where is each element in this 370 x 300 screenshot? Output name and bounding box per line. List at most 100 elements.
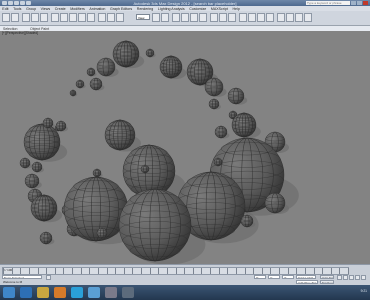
sphere-object[interactable] bbox=[19, 157, 31, 169]
material-editor-button[interactable] bbox=[277, 13, 285, 22]
menu-tools[interactable]: Tools bbox=[11, 7, 24, 11]
browser-icon[interactable] bbox=[20, 287, 32, 298]
orbit-icon[interactable] bbox=[355, 275, 360, 280]
menu-rendering[interactable]: Rendering bbox=[134, 7, 155, 11]
rendered-frame-window-button[interactable] bbox=[295, 13, 303, 22]
percent-snap-button[interactable] bbox=[190, 13, 198, 22]
sphere-object[interactable] bbox=[118, 188, 192, 262]
sphere-object[interactable] bbox=[240, 214, 254, 228]
menu-create[interactable]: Create bbox=[53, 7, 68, 11]
menu-customize[interactable]: Customize bbox=[187, 7, 209, 11]
sphere-object[interactable] bbox=[227, 87, 245, 105]
coord-z-field[interactable]: Z: bbox=[282, 275, 294, 279]
select-manipulate-button[interactable] bbox=[161, 13, 169, 22]
menu-modifiers[interactable]: Modifiers bbox=[68, 7, 87, 11]
sphere-object[interactable] bbox=[55, 120, 67, 132]
sphere-object[interactable] bbox=[63, 176, 129, 242]
angle-snap-button[interactable] bbox=[181, 13, 189, 22]
zoom-icon[interactable] bbox=[349, 275, 354, 280]
ribbon-tab-selection[interactable]: Selection bbox=[3, 27, 17, 31]
mirror-button[interactable] bbox=[219, 13, 227, 22]
snaps-toggle-button[interactable] bbox=[172, 13, 180, 22]
graphite-toggle-button[interactable] bbox=[248, 13, 256, 22]
sphere-object[interactable] bbox=[89, 77, 103, 91]
sphere-object[interactable] bbox=[24, 173, 40, 189]
sphere-object[interactable] bbox=[145, 48, 155, 58]
time-slider[interactable]: 0 / 100 bbox=[2, 267, 349, 275]
minimize-icon[interactable] bbox=[351, 1, 356, 5]
scale-button[interactable] bbox=[116, 13, 124, 22]
sphere-object[interactable] bbox=[75, 79, 85, 89]
pan-icon[interactable] bbox=[361, 275, 366, 280]
named-selection-sets-button[interactable] bbox=[210, 13, 218, 22]
sphere-object[interactable] bbox=[122, 144, 176, 198]
add-time-tag-button[interactable]: Add Time Tag bbox=[296, 280, 318, 284]
sphere-object[interactable] bbox=[159, 55, 183, 79]
sphere-object[interactable] bbox=[231, 112, 257, 138]
schematic-view-button[interactable] bbox=[266, 13, 274, 22]
next-frame-icon[interactable] bbox=[343, 275, 348, 280]
ribbon-tab-object-paint[interactable]: Object Paint bbox=[30, 27, 49, 31]
lock-selection-icon[interactable] bbox=[46, 275, 51, 280]
menu-graph-editors[interactable]: Graph Editors bbox=[108, 7, 135, 11]
sphere-object[interactable] bbox=[208, 98, 220, 110]
select-by-name-button[interactable] bbox=[69, 13, 77, 22]
sphere-object[interactable] bbox=[39, 231, 53, 245]
close-icon[interactable] bbox=[363, 1, 368, 5]
viewport-scene[interactable] bbox=[0, 31, 370, 265]
app-3dsmax-icon[interactable] bbox=[88, 287, 100, 298]
maximize-icon[interactable] bbox=[357, 1, 362, 5]
select-object-button[interactable] bbox=[60, 13, 68, 22]
sphere-object[interactable] bbox=[23, 123, 61, 161]
menu-views[interactable]: Views bbox=[38, 7, 52, 11]
menu-edit[interactable]: Edit bbox=[0, 7, 11, 11]
auto-key-button[interactable]: Auto Key bbox=[320, 275, 334, 279]
app-generic-icon[interactable] bbox=[105, 287, 117, 298]
layer-manager-button[interactable] bbox=[239, 13, 247, 22]
sphere-object[interactable] bbox=[104, 119, 136, 151]
rectangular-region-button[interactable] bbox=[78, 13, 86, 22]
move-button[interactable] bbox=[98, 13, 106, 22]
play-icon[interactable] bbox=[337, 275, 342, 280]
menu-maxscript[interactable]: MAXScript bbox=[209, 7, 231, 11]
sphere-object[interactable] bbox=[213, 157, 223, 167]
sphere-object[interactable] bbox=[30, 194, 58, 222]
start-button-icon[interactable] bbox=[3, 287, 15, 298]
set-key-button[interactable]: Set Key bbox=[320, 280, 334, 284]
media-player-icon[interactable] bbox=[54, 287, 66, 298]
render-production-button[interactable] bbox=[304, 13, 312, 22]
sphere-object[interactable] bbox=[214, 125, 228, 139]
render-setup-button[interactable] bbox=[286, 13, 294, 22]
perspective-viewport[interactable] bbox=[0, 31, 370, 265]
undo-button[interactable] bbox=[2, 13, 10, 22]
reference-coordinate-dropdown[interactable]: View bbox=[136, 14, 150, 20]
sphere-object[interactable] bbox=[86, 67, 96, 77]
sphere-object[interactable] bbox=[140, 164, 150, 174]
menu-help[interactable]: Help bbox=[230, 7, 242, 11]
menu-animation[interactable]: Animation bbox=[87, 7, 108, 11]
menu-group[interactable]: Group bbox=[24, 7, 39, 11]
viewport-label[interactable]: [+][Perspective][Shaded] bbox=[2, 31, 38, 35]
coord-y-field[interactable]: Y: bbox=[268, 275, 280, 279]
sphere-object[interactable] bbox=[31, 161, 43, 173]
selection-filter-dropdown[interactable] bbox=[51, 13, 59, 22]
app-taskbar-extra-icon[interactable] bbox=[122, 287, 134, 298]
sphere-object[interactable] bbox=[264, 192, 286, 214]
redo-button[interactable] bbox=[11, 13, 19, 22]
spinner-snap-button[interactable] bbox=[199, 13, 207, 22]
rotate-button[interactable] bbox=[107, 13, 115, 22]
sphere-object[interactable] bbox=[204, 77, 224, 97]
curve-editor-button[interactable] bbox=[257, 13, 265, 22]
unlink-button[interactable] bbox=[31, 13, 39, 22]
sphere-object[interactable] bbox=[112, 40, 140, 68]
sphere-object[interactable] bbox=[96, 227, 108, 239]
align-button[interactable] bbox=[228, 13, 236, 22]
sphere-object[interactable] bbox=[92, 168, 102, 178]
folder-icon[interactable] bbox=[37, 287, 49, 298]
bind-space-warp-button[interactable] bbox=[40, 13, 48, 22]
window-crossing-button[interactable] bbox=[87, 13, 95, 22]
select-link-button[interactable] bbox=[22, 13, 30, 22]
skype-icon[interactable] bbox=[71, 287, 83, 298]
search-input[interactable]: Type a keyword or phrase bbox=[306, 1, 350, 5]
sphere-object[interactable] bbox=[96, 57, 116, 77]
